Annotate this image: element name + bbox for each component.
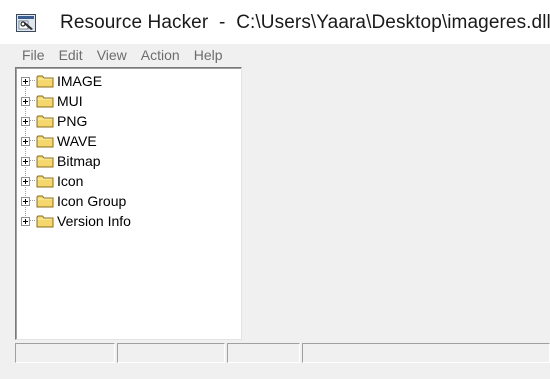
menu-view[interactable]: View — [97, 47, 127, 63]
resource-tree[interactable]: IMAGE MUI PNG WAVE Bitmap Icon Icon Grou… — [15, 67, 242, 340]
status-panel-4 — [302, 343, 550, 363]
editor-pane[interactable] — [246, 67, 550, 340]
folder-icon — [36, 95, 54, 108]
folder-icon — [36, 135, 54, 148]
tree-connector — [30, 140, 35, 142]
tree-item-wave[interactable]: WAVE — [21, 131, 97, 151]
tree-connector — [30, 120, 35, 122]
expand-icon[interactable] — [21, 76, 30, 86]
status-panel-3 — [227, 343, 300, 363]
resource-tree-inner: IMAGE MUI PNG WAVE Bitmap Icon Icon Grou… — [16, 68, 241, 339]
tree-item-label: PNG — [57, 113, 88, 129]
tree-item-label: WAVE — [57, 133, 97, 149]
expand-icon[interactable] — [21, 96, 30, 106]
tree-item-mui[interactable]: MUI — [21, 91, 83, 111]
tree-item-label: Icon Group — [57, 193, 127, 209]
tree-item-label: MUI — [57, 93, 83, 109]
status-panel-1 — [15, 343, 115, 363]
resource-hacker-window: Resource Hacker - C:\Users\Yaara\Desktop… — [0, 0, 550, 379]
tree-item-version-info[interactable]: Version Info — [21, 211, 131, 231]
expand-icon[interactable] — [21, 216, 30, 226]
menu-bar: File Edit View Action Help — [0, 44, 550, 66]
window-title: Resource Hacker - C:\Users\Yaara\Desktop… — [60, 12, 550, 33]
tree-connector — [30, 100, 35, 102]
tree-connector — [30, 80, 35, 82]
menu-help[interactable]: Help — [194, 47, 223, 63]
folder-icon — [36, 75, 54, 88]
menu-action[interactable]: Action — [141, 47, 180, 63]
tree-item-label: IMAGE — [57, 73, 103, 89]
tree-item-label: Bitmap — [57, 153, 101, 169]
expand-icon[interactable] — [21, 116, 30, 126]
expand-icon[interactable] — [21, 156, 30, 166]
tree-connector — [30, 200, 35, 202]
folder-icon — [36, 215, 54, 228]
expand-icon[interactable] — [21, 196, 30, 206]
status-bar — [0, 341, 550, 365]
tree-connector — [30, 160, 35, 162]
tree-connector — [30, 220, 35, 222]
menu-file[interactable]: File — [22, 47, 45, 63]
folder-icon — [36, 155, 54, 168]
tree-item-icon[interactable]: Icon — [21, 171, 83, 191]
expand-icon[interactable] — [21, 176, 30, 186]
tree-item-icon-group[interactable]: Icon Group — [21, 191, 126, 211]
tree-item-label: Icon — [57, 173, 84, 189]
folder-icon — [36, 175, 54, 188]
tree-item-png[interactable]: PNG — [21, 111, 87, 131]
status-panel-2 — [117, 343, 225, 363]
tree-item-image[interactable]: IMAGE — [21, 71, 102, 91]
folder-icon — [36, 115, 54, 128]
tree-connector — [30, 180, 35, 182]
expand-icon[interactable] — [21, 136, 30, 146]
menu-edit[interactable]: Edit — [59, 47, 83, 63]
resource-hacker-icon[interactable] — [16, 14, 36, 32]
title-bar[interactable]: Resource Hacker - C:\Users\Yaara\Desktop… — [0, 0, 550, 44]
tree-item-bitmap[interactable]: Bitmap — [21, 151, 101, 171]
folder-icon — [36, 195, 54, 208]
tree-item-label: Version Info — [57, 213, 131, 229]
